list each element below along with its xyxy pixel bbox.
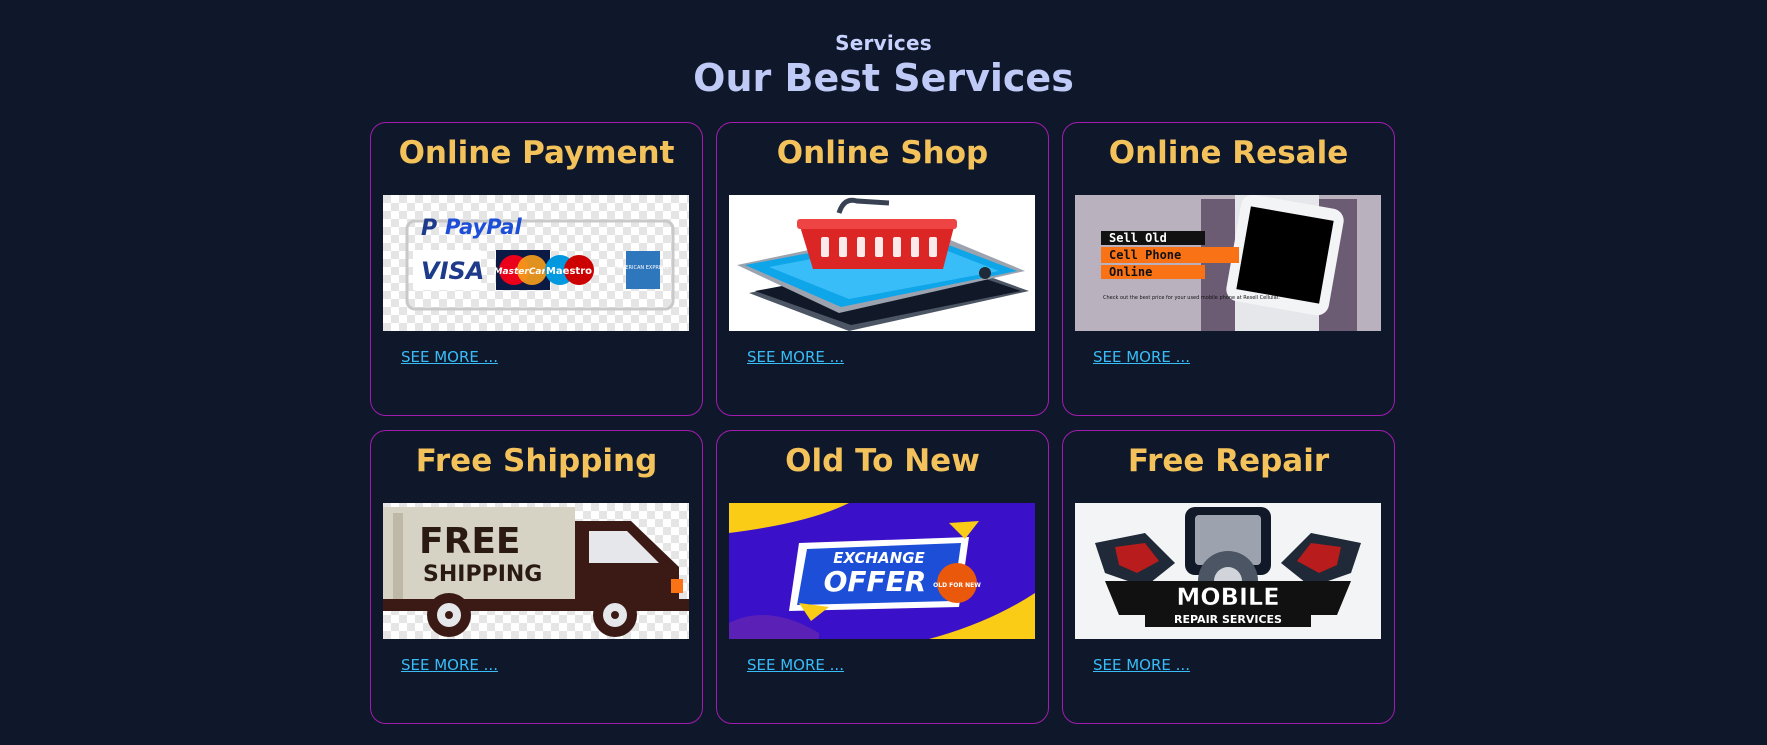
service-card-free-repair: Free Repair MOBILE REPAIR SERVICES SEE M… — [1062, 430, 1395, 724]
resale-line-1: Sell Old — [1109, 231, 1167, 245]
payment-methods-illustration: P PayPal VISA MasterCard Maestro AMERICA… — [383, 195, 689, 331]
see-more-link[interactable]: SEE MORE ... — [1093, 656, 1190, 674]
see-more-link[interactable]: SEE MORE ... — [401, 656, 498, 674]
online-resale-image: Sell Old Cell Phone Online Check out the… — [1075, 195, 1381, 331]
resale-line-3: Online — [1109, 265, 1152, 279]
mobile-repair-badge-illustration: MOBILE REPAIR SERVICES — [1075, 503, 1381, 639]
offer-line-2: OFFER — [824, 565, 927, 598]
card-title: Free Shipping — [415, 443, 658, 479]
service-card-old-to-new: Old To New EXCHANGE OFFER OLD FOR NEW SE… — [716, 430, 1049, 724]
service-card-online-shop: Online Shop SEE MORE ... — [716, 122, 1049, 416]
old-to-new-image: EXCHANGE OFFER OLD FOR NEW — [729, 503, 1035, 639]
services-grid: Online Payment P PayPal VISA MasterCard … — [370, 122, 1396, 724]
card-title: Online Payment — [398, 135, 675, 171]
service-card-free-shipping: Free Shipping FREE SHIPPING SEE MORE ... — [370, 430, 703, 724]
card-title: Online Shop — [776, 135, 989, 171]
see-more-link[interactable]: SEE MORE ... — [401, 348, 498, 366]
repair-line-1: MOBILE — [1176, 583, 1279, 611]
offer-badge: OLD FOR NEW — [933, 582, 981, 589]
service-card-online-resale: Online Resale Sell Old Cell Phone Online… — [1062, 122, 1395, 416]
resale-line-2: Cell Phone — [1109, 248, 1181, 262]
see-more-link[interactable]: SEE MORE ... — [747, 348, 844, 366]
online-shop-image — [729, 195, 1035, 331]
resale-caption: Check out the best price for your used m… — [1103, 295, 1280, 301]
exchange-offer-illustration: EXCHANGE OFFER OLD FOR NEW — [729, 503, 1035, 639]
paypal-logo: PayPal — [445, 215, 522, 239]
mastercard-logo: MasterCard — [494, 267, 553, 277]
svg-text:P: P — [421, 216, 437, 241]
payment-methods-image: P PayPal VISA MasterCard Maestro AMERICA… — [383, 195, 689, 331]
repair-line-2: REPAIR SERVICES — [1174, 613, 1282, 626]
see-more-link[interactable]: SEE MORE ... — [747, 656, 844, 674]
delivery-truck-illustration: FREE SHIPPING — [383, 503, 689, 639]
free-repair-image: MOBILE REPAIR SERVICES — [1075, 503, 1381, 639]
amex-logo: AMERICAN EXPRESS — [618, 265, 669, 271]
shopping-basket-phone-illustration — [729, 195, 1035, 331]
service-card-online-payment: Online Payment P PayPal VISA MasterCard … — [370, 122, 703, 416]
visa-logo: VISA — [421, 257, 484, 285]
section-title: Our Best Services — [693, 56, 1074, 100]
card-title: Free Repair — [1127, 443, 1330, 479]
truck-text-free: FREE — [419, 521, 521, 562]
truck-text-shipping: SHIPPING — [423, 562, 542, 587]
free-shipping-image: FREE SHIPPING — [383, 503, 689, 639]
services-section: Services Our Best Services Online Paymen… — [0, 0, 1767, 745]
section-eyebrow: Services — [835, 31, 932, 55]
card-title: Online Resale — [1108, 135, 1349, 171]
maestro-logo: Maestro — [546, 266, 592, 277]
card-title: Old To New — [785, 443, 980, 479]
sell-old-phone-illustration: Sell Old Cell Phone Online Check out the… — [1075, 195, 1381, 331]
see-more-link[interactable]: SEE MORE ... — [1093, 348, 1190, 366]
